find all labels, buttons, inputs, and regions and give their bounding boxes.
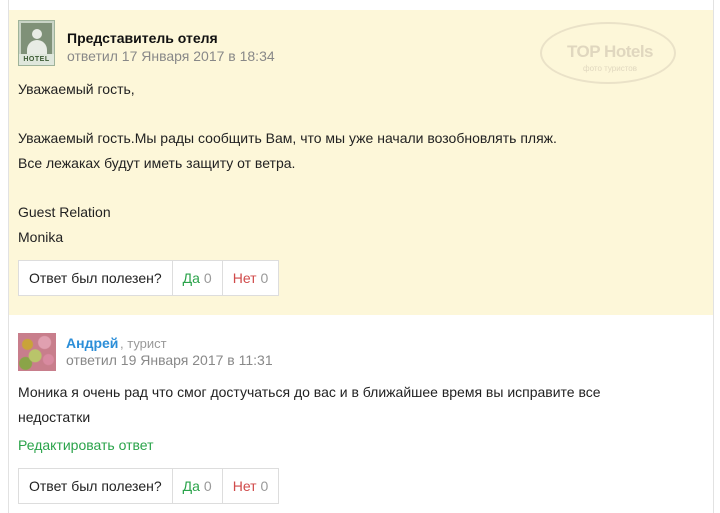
vote-yes-label: Да [182,478,200,494]
avatar-caption: HOTEL [19,54,54,65]
user-reply-date: ответил 19 Января 2017 в 11:31 [66,352,273,368]
hotel-reply-line: Уважаемый гость.Мы рады сообщить Вам, чт… [18,130,557,146]
hotel-reply-line: Все лежаках будут иметь защиту от ветра. [18,155,296,171]
hotel-reply-line: Guest Relation [18,204,111,220]
vote-no-label: Нет [232,478,257,494]
vote-no-count: 0 [260,478,269,494]
hotel-reply-line: Monika [18,229,64,245]
hotel-avatar: HOTEL [18,20,55,66]
vote-yes-label: Да [182,270,200,286]
vote-yes-count: 0 [203,478,212,494]
helpful-vote-bar: Ответ был полезен? Да 0 Нет 0 [18,468,280,504]
vote-no-button[interactable]: Нет 0 [223,261,279,295]
user-author-name[interactable]: Андрей [66,335,118,351]
edit-reply-link[interactable]: Редактировать ответ [18,437,154,453]
hotel-reply-line: Уважаемый гость, [18,81,135,97]
vote-yes-button[interactable]: Да 0 [173,469,223,503]
vote-no-label: Нет [232,270,257,286]
user-reply-line: недостатки [18,409,91,425]
helpful-question: Ответ был полезен? [19,261,173,295]
helpful-vote-bar: Ответ был полезен? Да 0 Нет 0 [18,260,280,296]
avatar-placeholder-icon [21,23,52,54]
user-role: , турист [120,336,167,351]
user-reply-line: Моника я очень рад что смог достучаться … [18,384,601,400]
vote-no-count: 0 [260,270,269,286]
right-border [713,0,714,513]
vote-yes-count: 0 [203,270,212,286]
vote-no-button[interactable]: Нет 0 [223,469,279,503]
user-avatar[interactable] [18,333,56,371]
helpful-question: Ответ был полезен? [19,469,173,503]
hotel-reply-date: ответил 17 Января 2017 в 18:34 [67,48,275,64]
hotel-author-name: Представитель отеля [67,30,218,46]
tophotels-watermark-logo: TOP Hotels фото туристов [540,22,676,84]
vote-yes-button[interactable]: Да 0 [173,261,223,295]
